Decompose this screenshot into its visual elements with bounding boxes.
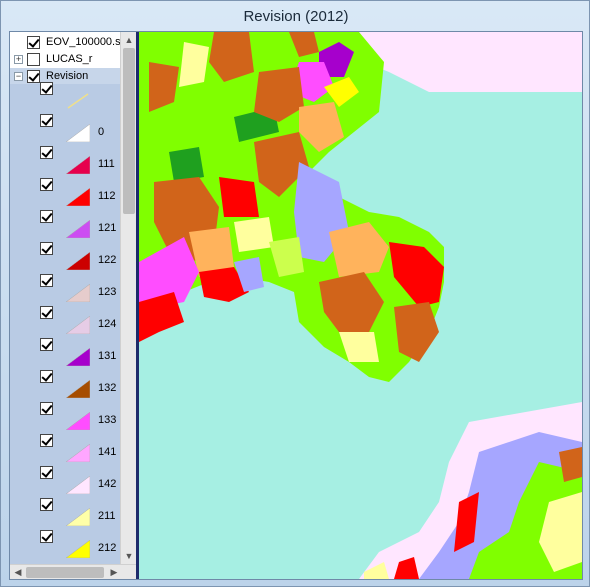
land-area xyxy=(219,177,259,217)
legend-item-checkbox[interactable] xyxy=(40,498,53,511)
legend-swatch xyxy=(65,539,91,559)
layer-eov[interactable]: EOV_100000.s xyxy=(10,34,120,50)
legend-item[interactable]: 212 xyxy=(10,528,120,560)
legend-item-checkbox[interactable] xyxy=(40,466,53,479)
legend-item-checkbox[interactable] xyxy=(40,178,53,191)
legend-item[interactable]: 133 xyxy=(10,400,120,432)
table-of-contents: EOV_100000.s + LUCAS_r − Revision 0 111 11… xyxy=(10,32,136,579)
scroll-thumb-horizontal[interactable] xyxy=(26,567,104,578)
legend-value: 111 xyxy=(98,158,115,170)
legend-value: 141 xyxy=(98,446,117,458)
layer-eov-label: EOV_100000.s xyxy=(46,36,120,48)
map-canvas[interactable] xyxy=(139,32,582,579)
legend-value: 212 xyxy=(98,542,117,554)
legend-item[interactable]: 132 xyxy=(10,368,120,400)
legend-item[interactable]: 112 xyxy=(10,176,120,208)
legend-swatch xyxy=(65,219,91,239)
window-title: Revision (2012) xyxy=(243,7,349,25)
legend-item[interactable]: 121 xyxy=(10,208,120,240)
legend-item[interactable]: 211 xyxy=(10,496,120,528)
toc-horizontal-scrollbar[interactable]: ◀ ▶ xyxy=(10,564,136,579)
land-area xyxy=(234,217,274,252)
scroll-right-icon[interactable]: ▶ xyxy=(106,565,122,579)
legend-swatch xyxy=(65,251,91,271)
legend-value: 142 xyxy=(98,478,117,490)
legend-value: 123 xyxy=(98,286,117,298)
legend-value: 0 xyxy=(98,126,105,138)
legend-value: 132 xyxy=(98,382,117,394)
legend-item-checkbox[interactable] xyxy=(40,370,53,383)
legend-item[interactable]: 124 xyxy=(10,304,120,336)
legend-item-checkbox[interactable] xyxy=(40,242,53,255)
toc-vertical-scrollbar[interactable]: ▲ ▼ xyxy=(120,32,136,564)
legend-item[interactable]: 142 xyxy=(10,464,120,496)
legend-item-checkbox[interactable] xyxy=(40,146,53,159)
scroll-up-icon[interactable]: ▲ xyxy=(121,32,136,48)
legend-item-checkbox[interactable] xyxy=(40,82,53,95)
legend-item[interactable]: 131 xyxy=(10,336,120,368)
app-window: Revision (2012) EOV_100000.s + LUCAS_r − xyxy=(0,0,590,587)
legend-item[interactable] xyxy=(10,80,120,112)
layer-lucas[interactable]: + LUCAS_r xyxy=(10,51,120,67)
legend-swatch xyxy=(66,92,90,110)
legend-item-checkbox[interactable] xyxy=(40,402,53,415)
legend-swatch xyxy=(65,443,91,463)
scroll-left-icon[interactable]: ◀ xyxy=(10,565,26,579)
scroll-down-icon[interactable]: ▼ xyxy=(121,548,136,564)
legend-item-checkbox[interactable] xyxy=(40,306,53,319)
legend-swatch xyxy=(65,315,91,335)
expand-lucas-icon[interactable]: + xyxy=(14,55,23,64)
legend-value: 211 xyxy=(98,510,116,522)
legend-swatch xyxy=(65,123,91,143)
legend-value: 124 xyxy=(98,318,117,330)
legend-value: 133 xyxy=(98,414,117,426)
legend-item-checkbox[interactable] xyxy=(40,434,53,447)
legend-item-checkbox[interactable] xyxy=(40,210,53,223)
legend-swatch xyxy=(65,347,91,367)
content-area: EOV_100000.s + LUCAS_r − Revision 0 111 11… xyxy=(9,31,583,580)
legend-item[interactable]: 123 xyxy=(10,272,120,304)
legend-item-checkbox[interactable] xyxy=(40,274,53,287)
legend-swatch xyxy=(65,283,91,303)
legend-item[interactable]: 111 xyxy=(10,144,120,176)
legend-swatch xyxy=(65,507,91,527)
toc-list: EOV_100000.s + LUCAS_r − Revision 0 111 11… xyxy=(10,32,120,564)
legend-value: 131 xyxy=(98,350,117,362)
layer-eov-checkbox[interactable] xyxy=(27,36,40,49)
legend-item[interactable]: 122 xyxy=(10,240,120,272)
map-view[interactable] xyxy=(139,32,582,579)
legend-item-checkbox[interactable] xyxy=(40,114,53,127)
legend-value: 121 xyxy=(98,222,117,234)
legend-item[interactable]: 0 xyxy=(10,112,120,144)
legend-swatch xyxy=(65,155,91,175)
legend-swatch xyxy=(65,187,91,207)
layer-lucas-label: LUCAS_r xyxy=(46,53,93,65)
legend-value: 122 xyxy=(98,254,117,266)
title-bar: Revision (2012) xyxy=(1,1,590,31)
land-area xyxy=(169,147,204,182)
legend-swatch xyxy=(65,379,91,399)
legend-item-checkbox[interactable] xyxy=(40,338,53,351)
layer-lucas-checkbox[interactable] xyxy=(27,53,40,66)
scroll-thumb-vertical[interactable] xyxy=(123,48,135,214)
legend-item[interactable]: 141 xyxy=(10,432,120,464)
legend-item-checkbox[interactable] xyxy=(40,530,53,543)
legend-swatch xyxy=(65,411,91,431)
legend-swatch xyxy=(65,475,91,495)
legend-value: 112 xyxy=(98,190,116,202)
